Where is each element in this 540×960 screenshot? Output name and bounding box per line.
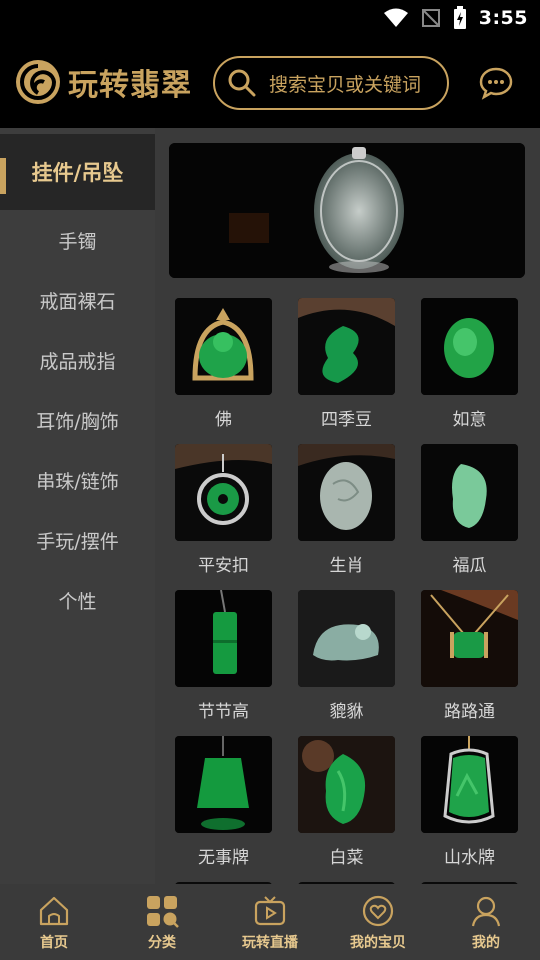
subcategory-label: 福瓜 <box>452 556 487 576</box>
sidebar-item-earring-brooch[interactable]: 耳饰/胸饰 <box>0 390 155 450</box>
promo-banner[interactable] <box>169 143 525 278</box>
user-icon <box>471 896 501 927</box>
home-icon <box>39 896 69 926</box>
peace-buckle-image <box>175 444 272 541</box>
battery-charging-icon <box>453 6 466 29</box>
subcategory-buddha[interactable]: 佛 <box>175 298 272 430</box>
landscape-plaque-image <box>421 736 518 833</box>
gourd-jade-image <box>421 444 518 541</box>
nav-label: 我的宝贝 <box>350 935 406 951</box>
lulutong-jade-image <box>421 590 518 687</box>
subcategory-label: 如意 <box>452 410 487 430</box>
nav-live[interactable]: 玩转直播 <box>216 884 324 960</box>
header: 玩转翡翠 搜索宝贝或关键词 <box>0 38 540 128</box>
category-sidebar: 挂件/吊坠 手镯 戒面裸石 成品戒指 耳饰/胸饰 串珠/链饰 手玩/摆件 个性 <box>0 128 155 884</box>
plain-plaque-image <box>175 736 272 833</box>
no-signal-icon <box>421 9 440 27</box>
nav-profile[interactable]: 我的 <box>432 884 540 960</box>
search-placeholder: 搜索宝贝或关键词 <box>269 73 422 96</box>
nav-label: 分类 <box>148 935 176 951</box>
search-box[interactable]: 搜索宝贝或关键词 <box>213 56 449 110</box>
subcategory-label: 貔貅 <box>329 702 364 722</box>
wifi-icon <box>383 8 408 27</box>
subcategory-bamboo[interactable]: 节节高 <box>175 590 272 722</box>
logo-text: 玩转翡翠 <box>68 68 192 103</box>
sidebar-item-finished-ring[interactable]: 成品戒指 <box>0 330 155 390</box>
sidebar-item-personal[interactable]: 个性 <box>0 570 155 630</box>
subcategory-label: 平安扣 <box>198 556 249 576</box>
heart-icon <box>362 895 394 927</box>
app-logo: 玩转翡翠 <box>14 58 192 106</box>
subcategory-plain-plaque[interactable]: 无事牌 <box>175 736 272 868</box>
message-icon[interactable] <box>478 65 514 101</box>
nav-label: 玩转直播 <box>242 935 298 951</box>
subcategory-bean[interactable]: 四季豆 <box>298 298 395 430</box>
status-time: 3:55 <box>478 7 528 29</box>
category-icon <box>147 896 179 928</box>
live-tv-icon <box>254 896 286 926</box>
subcategory-gourd[interactable]: 福瓜 <box>421 444 518 576</box>
subcategory-label: 四季豆 <box>321 410 372 430</box>
zodiac-jade-image <box>298 444 395 541</box>
logo-swirl-icon <box>16 60 60 104</box>
bean-jade-image <box>298 298 395 395</box>
bamboo-jade-image <box>175 590 272 687</box>
subcategory-label: 节节高 <box>198 702 249 722</box>
subcategory-cabbage[interactable]: 白菜 <box>298 736 395 868</box>
nav-label: 我的 <box>472 935 500 951</box>
sidebar-item-ornament[interactable]: 手玩/摆件 <box>0 510 155 570</box>
cabbage-jade-image <box>298 736 395 833</box>
nav-category[interactable]: 分类 <box>108 884 216 960</box>
subcategory-ruyi[interactable]: 如意 <box>421 298 518 430</box>
sidebar-item-ring-stone[interactable]: 戒面裸石 <box>0 270 155 330</box>
status-bar: 3:55 <box>0 0 540 38</box>
subcategory-label: 生肖 <box>329 556 364 576</box>
category-content: 佛 四季豆 如意 平安扣 生肖 福瓜 节节高 貔貅 路路通 无事牌 白菜 山水牌 <box>155 128 540 884</box>
subcategory-label: 路路通 <box>444 702 495 722</box>
nav-label: 首页 <box>40 935 68 951</box>
bottom-nav: 首页 分类 玩转直播 我的宝贝 我的 <box>0 884 540 960</box>
subcategory-peace-buckle[interactable]: 平安扣 <box>175 444 272 576</box>
pixiu-jade-image <box>298 590 395 687</box>
sidebar-item-pendant[interactable]: 挂件/吊坠 <box>0 134 155 210</box>
subcategory-landscape-plaque[interactable]: 山水牌 <box>421 736 518 868</box>
subcategory-label: 白菜 <box>329 848 364 868</box>
ruyi-jade-image <box>421 298 518 395</box>
buddha-jade-image <box>175 298 272 395</box>
subcategory-label: 无事牌 <box>198 848 249 868</box>
sidebar-item-bracelet[interactable]: 手镯 <box>0 210 155 270</box>
sidebar-item-beads-chain[interactable]: 串珠/链饰 <box>0 450 155 510</box>
subcategory-label: 佛 <box>215 410 232 430</box>
subcategory-label: 山水牌 <box>444 848 495 868</box>
nav-home[interactable]: 首页 <box>0 884 108 960</box>
subcategory-lulutong[interactable]: 路路通 <box>421 590 518 722</box>
search-icon <box>228 69 256 97</box>
banner-pendant-image <box>169 143 525 278</box>
subcategory-pixiu[interactable]: 貔貅 <box>298 590 395 722</box>
nav-favorites[interactable]: 我的宝贝 <box>324 884 432 960</box>
subcategory-zodiac[interactable]: 生肖 <box>298 444 395 576</box>
